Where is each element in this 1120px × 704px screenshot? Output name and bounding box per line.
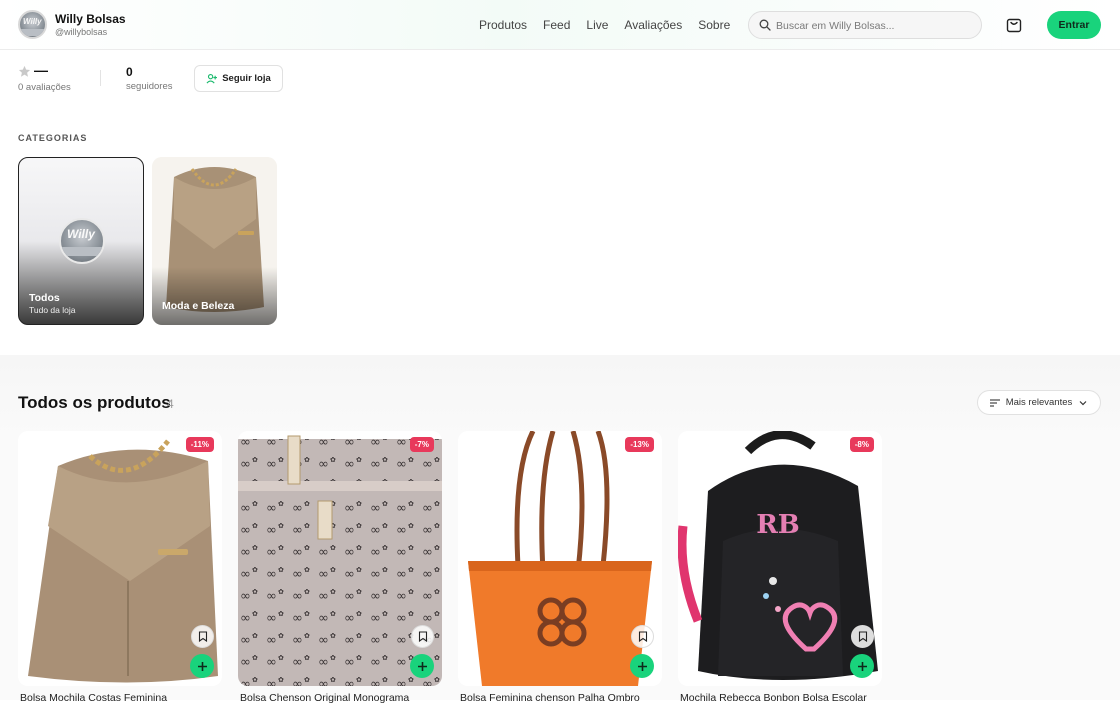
nav-sobre[interactable]: Sobre [698,18,730,32]
store-handle: @willybolsas [55,27,108,37]
store-stats: — 0 avaliações 0 seguidores Seguir loja [18,62,618,102]
add-to-cart-button[interactable] [410,654,434,678]
store-name[interactable]: Willy Bolsas [55,12,126,26]
product-card[interactable]: ∞ ✿ -7% [238,431,442,686]
star-icon [18,65,31,77]
category-label: Moda e Beleza [162,300,235,312]
sort-dropdown[interactable]: Mais relevantes [977,390,1101,415]
store-logo[interactable]: Willy [18,10,47,39]
product-image: RB [678,431,882,686]
product-title[interactable]: Bolsa Mochila Costas Feminina [20,692,224,704]
product-card[interactable]: -13% [458,431,662,686]
product-image [18,431,222,686]
discount-badge: -8% [849,437,874,452]
product-title[interactable]: Mochila Rebecca Bonbon Bolsa Escolar [680,692,884,704]
category-sub: Tudo da loja [29,305,76,315]
bookmark-icon [858,631,867,642]
categories-title: CATEGORIAS [18,133,88,143]
add-user-icon [206,74,218,84]
category-moda-beleza[interactable]: Moda e Beleza [152,157,277,325]
search-input[interactable] [776,17,974,34]
logo-text: Willy [23,17,42,26]
add-to-cart-button[interactable] [630,654,654,678]
plus-icon [197,661,207,671]
bookmark-button[interactable] [851,625,874,648]
plus-icon [637,661,647,671]
bookmark-button[interactable] [631,625,654,648]
discount-badge: -7% [409,437,434,452]
shopping-bag-icon[interactable] [1005,15,1023,33]
logo-text-large: Willy [67,227,95,241]
plus-icon [857,661,867,671]
nav-live[interactable]: Live [586,18,608,32]
bookmark-button[interactable] [411,625,434,648]
sort-lines-icon [989,398,1000,407]
bookmark-button[interactable] [191,625,214,648]
sort-label: Mais relevantes [1005,397,1073,408]
products-title: Todos os produtos [18,393,171,412]
svg-text:RB: RB [756,510,800,540]
category-todos[interactable]: Willy Todos Tudo da loja [18,157,144,325]
bookmark-icon [198,631,207,642]
products-count: 4 [167,397,174,411]
search-icon [759,19,771,31]
discount-badge: -13% [625,437,654,452]
stat-divider [100,70,101,86]
product-image [458,431,662,686]
rating-value: — [34,62,48,78]
product-image: ∞ ✿ [238,431,442,686]
search-box[interactable] [748,11,982,39]
login-button[interactable]: Entrar [1047,11,1101,39]
product-card[interactable]: RB -8% [678,431,882,686]
add-to-cart-button[interactable] [850,654,874,678]
add-to-cart-button[interactable] [190,654,214,678]
product-title[interactable]: Bolsa Feminina chenson Palha Ombro [460,692,664,704]
store-logo-large: Willy [59,218,105,264]
nav-avaliacoes[interactable]: Avaliações [624,18,682,32]
follow-label: Seguir loja [222,73,271,84]
main-nav: Produtos Feed Live Avaliações Sobre [479,18,730,32]
bookmark-icon [418,631,427,642]
bookmark-icon [638,631,647,642]
category-label: Todos [29,292,60,304]
followers-label: seguidores [126,81,173,92]
follow-store-button[interactable]: Seguir loja [194,65,283,92]
nav-feed[interactable]: Feed [543,18,570,32]
discount-badge: -11% [185,437,214,452]
product-title[interactable]: Bolsa Chenson Original Monograma [240,692,444,704]
chevron-down-icon [1079,400,1087,405]
nav-produtos[interactable]: Produtos [479,18,527,32]
plus-icon [417,661,427,671]
top-header: Willy Willy Bolsas @willybolsas Produtos… [0,0,1120,50]
followers-value: 0 [126,65,133,79]
rating-label: 0 avaliações [18,82,71,93]
product-card[interactable]: -11% [18,431,222,686]
